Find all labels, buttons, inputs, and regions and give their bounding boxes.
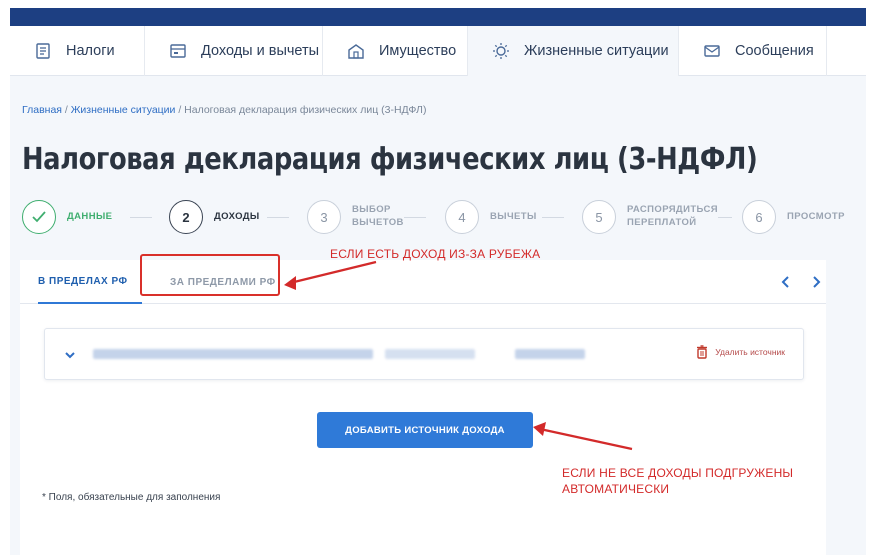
step-label: ПРОСМОТР bbox=[787, 210, 845, 222]
breadcrumb-home[interactable]: Главная bbox=[22, 104, 62, 116]
step-income[interactable]: 2 ДОХОДЫ bbox=[169, 200, 260, 234]
step-divider bbox=[718, 217, 732, 218]
property-icon bbox=[347, 42, 365, 60]
breadcrumb-separator: / bbox=[61, 104, 71, 116]
nav-item-life-situations[interactable]: Жизненные ситуации bbox=[468, 26, 679, 76]
step-label: ВЫЧЕТЫ bbox=[490, 210, 537, 222]
step-label: ДОХОДЫ bbox=[214, 210, 260, 222]
page-title: Налоговая декларация физических лиц (3-Н… bbox=[22, 142, 758, 177]
nav-label: Имущество bbox=[379, 43, 457, 59]
required-fields-note: * Поля, обязательные для заполнения bbox=[42, 492, 221, 503]
redacted-source-name bbox=[93, 349, 373, 359]
chevron-right-icon[interactable] bbox=[806, 272, 826, 292]
income-card: В ПРЕДЕЛАХ РФ ЗА ПРЕДЕЛАМИ РФ Удалить ис… bbox=[20, 260, 826, 555]
step-divider bbox=[130, 217, 152, 218]
chevron-down-icon[interactable] bbox=[63, 348, 77, 362]
step-number: 6 bbox=[742, 200, 776, 234]
chevron-left-icon[interactable] bbox=[776, 272, 796, 292]
nav-item-income[interactable]: Доходы и вычеты bbox=[145, 26, 323, 76]
redacted-source-code bbox=[515, 349, 585, 359]
step-divider bbox=[267, 217, 289, 218]
income-source-row[interactable]: Удалить источник bbox=[44, 328, 804, 380]
trash-icon bbox=[697, 345, 708, 359]
step-label: ВЫБОР ВЫЧЕТОВ bbox=[352, 204, 404, 228]
wizard-stepper: ДАННЫЕ 2 ДОХОДЫ 3 ВЫБОР ВЫЧЕТОВ 4 ВЫЧЕТЫ… bbox=[22, 200, 845, 240]
breadcrumb-current: Налоговая декларация физических лиц (3-Н… bbox=[184, 104, 427, 116]
main-content: Главная / Жизненные ситуации / Налоговая… bbox=[10, 76, 866, 555]
nav-label: Налоги bbox=[66, 43, 115, 59]
nav-item-property[interactable]: Имущество bbox=[323, 26, 468, 76]
add-income-source-button[interactable]: ДОБАВИТЬ ИСТОЧНИК ДОХОДА bbox=[317, 412, 533, 448]
main-nav: Налоги Доходы и вычеты Имущество Жизненн… bbox=[10, 26, 866, 76]
step-label: ДАННЫЕ bbox=[67, 210, 113, 222]
top-header-bar bbox=[10, 8, 866, 26]
annotation-not-loaded-line1: ЕСЛИ НЕ ВСЕ ДОХОДЫ ПОДГРУЖЕНЫ bbox=[562, 466, 794, 480]
step-deductions[interactable]: 4 ВЫЧЕТЫ bbox=[445, 200, 537, 234]
nav-item-messages[interactable]: Сообщения bbox=[679, 26, 827, 76]
step-divider bbox=[542, 217, 564, 218]
tax-icon bbox=[34, 42, 52, 60]
breadcrumb-section[interactable]: Жизненные ситуации bbox=[71, 104, 176, 116]
step-divider bbox=[404, 217, 426, 218]
step-preview[interactable]: 6 ПРОСМОТР bbox=[742, 200, 845, 234]
tab-domestic[interactable]: В ПРЕДЕЛАХ РФ bbox=[38, 260, 142, 304]
delete-source-button[interactable]: Удалить источник bbox=[696, 345, 785, 359]
delete-source-label: Удалить источник bbox=[715, 347, 785, 357]
step-number: 4 bbox=[445, 200, 479, 234]
nav-label: Доходы и вычеты bbox=[201, 43, 320, 59]
step-number: 3 bbox=[307, 200, 341, 234]
annotation-not-loaded-line2: АВТОМАТИЧЕСКИ bbox=[562, 482, 670, 496]
breadcrumb-separator: / bbox=[175, 104, 185, 116]
messages-icon bbox=[703, 42, 721, 60]
checkmark-icon bbox=[22, 200, 56, 234]
nav-item-taxes[interactable]: Налоги bbox=[10, 26, 145, 76]
breadcrumb: Главная / Жизненные ситуации / Налоговая… bbox=[22, 104, 426, 116]
life-situations-icon bbox=[492, 42, 510, 60]
step-label: РАСПОРЯДИТЬСЯ ПЕРЕПЛАТОЙ bbox=[627, 204, 719, 228]
highlight-box bbox=[140, 254, 280, 296]
step-choose-deductions[interactable]: 3 ВЫБОР ВЫЧЕТОВ bbox=[307, 200, 404, 234]
nav-label: Сообщения bbox=[735, 43, 814, 59]
annotation-foreign-income: ЕСЛИ ЕСТЬ ДОХОД ИЗ-ЗА РУБЕЖА bbox=[330, 247, 541, 261]
step-number: 2 bbox=[169, 200, 203, 234]
step-number: 5 bbox=[582, 200, 616, 234]
income-icon bbox=[169, 42, 187, 60]
step-data[interactable]: ДАННЫЕ bbox=[22, 200, 112, 234]
redacted-source-id bbox=[385, 349, 475, 359]
nav-label: Жизненные ситуации bbox=[524, 43, 669, 59]
step-overpayment[interactable]: 5 РАСПОРЯДИТЬСЯ ПЕРЕПЛАТОЙ bbox=[582, 200, 718, 234]
